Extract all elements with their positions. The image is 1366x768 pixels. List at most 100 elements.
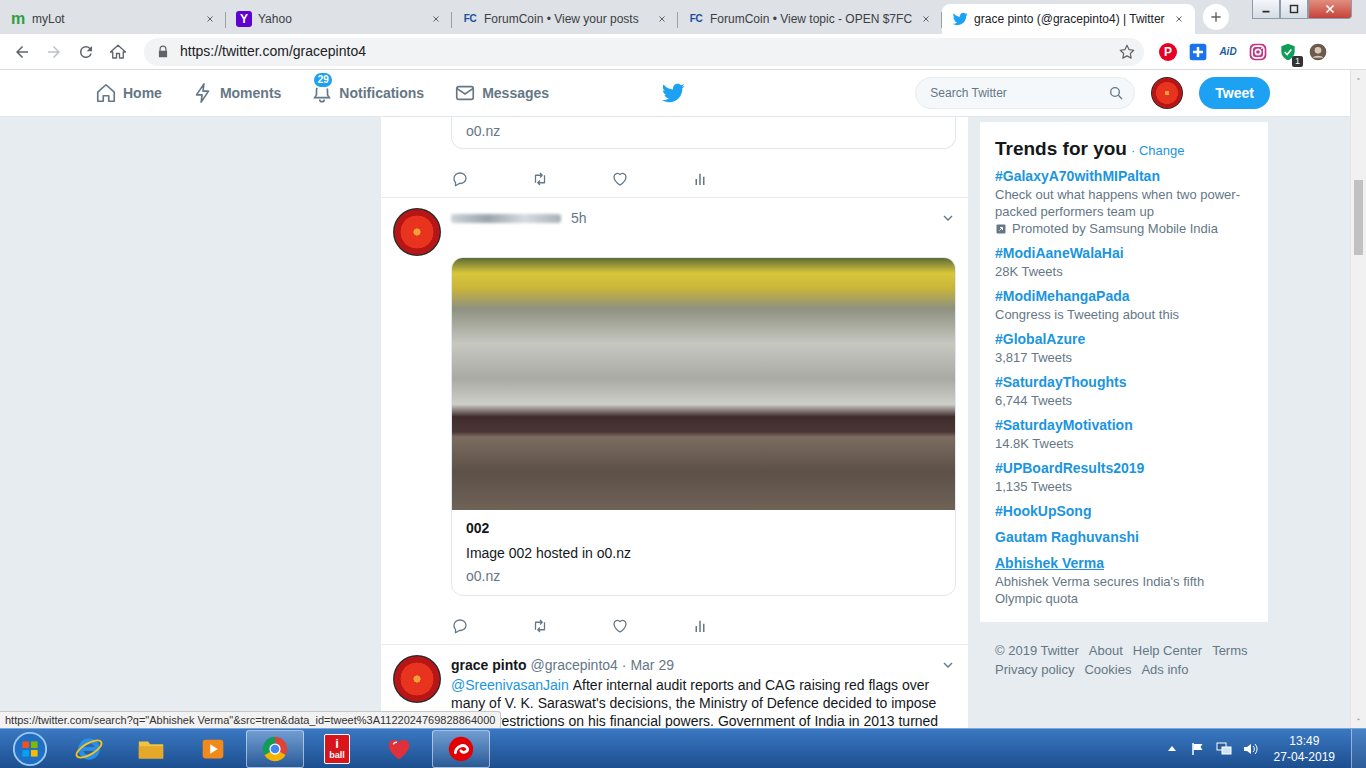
analytics-icon[interactable] xyxy=(691,170,709,188)
browser-tab[interactable]: FCForumCoin • View your posts xyxy=(452,4,678,34)
footer-link[interactable]: Ads info xyxy=(1141,661,1188,678)
pinterest-extension-icon[interactable]: P xyxy=(1158,42,1178,62)
change-link[interactable]: · Change xyxy=(1131,143,1184,158)
trend-item[interactable]: #ModiMehangaPadaCongress is Tweeting abo… xyxy=(995,283,1253,326)
author-avatar-icon[interactable] xyxy=(393,655,441,703)
trend-item[interactable]: Abhishek VermaAbhishek Verma secures Ind… xyxy=(995,550,1253,610)
trend-name[interactable]: #GlobalAzure xyxy=(995,329,1253,349)
mention-link[interactable]: @SreenivasanJain xyxy=(451,677,569,693)
retweet-icon[interactable] xyxy=(531,617,549,635)
reload-icon[interactable] xyxy=(72,38,100,66)
trend-name[interactable]: #HookUpSong xyxy=(995,501,1253,521)
network-icon[interactable] xyxy=(1216,741,1232,757)
back-arrow-icon[interactable] xyxy=(8,38,36,66)
show-desktop-button[interactable] xyxy=(1351,729,1366,768)
taskbar-app[interactable] xyxy=(432,730,490,768)
trend-item[interactable]: #SaturdayThoughts6,744 Tweets xyxy=(995,369,1253,412)
author-name[interactable]: grace pinto xyxy=(451,655,526,675)
shield-extension-icon[interactable]: 1 xyxy=(1278,42,1298,62)
media-card[interactable]: 002Image 002 hosted in o0.nzo0.nz xyxy=(451,257,956,596)
tweet[interactable]: 5h002Image 002 hosted in o0.nzo0.nz xyxy=(381,198,968,645)
taskbar-app[interactable]: iball xyxy=(308,730,366,768)
trend-item[interactable]: #HookUpSong xyxy=(995,498,1253,524)
taskbar-app[interactable] xyxy=(122,730,180,768)
taskbar-app[interactable] xyxy=(370,730,428,768)
trend-name[interactable]: Gautam Raghuvanshi xyxy=(995,527,1253,547)
trend-item[interactable]: #GalaxyA70withMIPaltanCheck out what hap… xyxy=(995,163,1253,240)
scroll-down-icon[interactable] xyxy=(1351,711,1366,728)
footer-link[interactable]: Terms xyxy=(1212,642,1247,659)
tweet-time[interactable]: · Mar 29 xyxy=(622,655,674,675)
search-input[interactable] xyxy=(928,83,1108,103)
address-bar[interactable]: https://twitter.com/gracepinto4 xyxy=(144,38,1144,66)
trend-name[interactable]: #SaturdayThoughts xyxy=(995,372,1253,392)
footer-link[interactable]: About xyxy=(1089,642,1123,659)
search-icon[interactable] xyxy=(1108,85,1124,101)
link-card[interactable]: o0.nz xyxy=(451,117,956,149)
close-icon[interactable] xyxy=(654,11,670,27)
footer-link[interactable]: Cookies xyxy=(1084,661,1131,678)
nav-item[interactable]: Messages xyxy=(454,70,549,116)
text-extension-icon[interactable]: AiD xyxy=(1218,42,1238,62)
forward-arrow-icon[interactable] xyxy=(40,38,68,66)
close-icon[interactable] xyxy=(428,11,444,27)
nav-item[interactable]: Moments xyxy=(192,70,281,116)
like-heart-icon[interactable] xyxy=(611,617,629,635)
lock-icon[interactable] xyxy=(156,45,170,59)
profile-avatar-icon[interactable] xyxy=(1151,77,1183,109)
trend-name[interactable]: #ModiAaneWalaHai xyxy=(995,243,1253,263)
bookmark-star-icon[interactable] xyxy=(1118,43,1136,61)
close-icon[interactable] xyxy=(202,11,218,27)
trend-name[interactable]: #SaturdayMotivation xyxy=(995,415,1253,435)
browser-tab[interactable]: FCForumCoin • View topic - OPEN $7FC xyxy=(678,4,942,34)
clock[interactable]: 13:4927-04-2019 xyxy=(1268,733,1341,765)
browser-tab[interactable]: mmyLot xyxy=(0,4,226,34)
chevron-down-icon[interactable] xyxy=(940,210,956,226)
volume-icon[interactable] xyxy=(1242,741,1258,757)
browser-tab[interactable]: grace pinto (@gracepinto4) | Twitter xyxy=(942,4,1195,34)
footer-link[interactable]: Help Center xyxy=(1133,642,1202,659)
messages-icon[interactable] xyxy=(454,82,476,104)
action-center-flag-icon[interactable] xyxy=(1190,741,1206,757)
scroll-up-icon[interactable] xyxy=(1351,70,1366,87)
url[interactable]: https://twitter.com/gracepinto4 xyxy=(180,41,1108,62)
profile-extension-icon[interactable] xyxy=(1308,42,1328,62)
trend-name[interactable]: #UPBoardResults2019 xyxy=(995,458,1253,478)
tweet-button[interactable]: Tweet xyxy=(1199,77,1270,109)
tweet[interactable]: o0.nz xyxy=(381,117,968,198)
taskbar-app[interactable] xyxy=(60,730,118,768)
new-tab-plus-icon[interactable] xyxy=(1203,4,1229,30)
windows-start-icon[interactable] xyxy=(0,729,60,768)
like-heart-icon[interactable] xyxy=(611,170,629,188)
home-icon[interactable] xyxy=(95,82,117,104)
author-avatar-icon[interactable] xyxy=(393,208,441,256)
footer-link[interactable]: Privacy policy xyxy=(995,661,1074,678)
nav-item[interactable]: Home xyxy=(95,70,162,116)
retweet-icon[interactable] xyxy=(531,170,549,188)
close-icon[interactable] xyxy=(918,11,934,27)
analytics-icon[interactable] xyxy=(691,617,709,635)
page-scrollbar[interactable] xyxy=(1350,70,1366,728)
trend-item[interactable]: #ModiAaneWalaHai28K Tweets xyxy=(995,240,1253,283)
browser-tab[interactable]: YYahoo xyxy=(226,4,452,34)
twitter-bird-icon[interactable] xyxy=(661,81,685,105)
moments-icon[interactable] xyxy=(192,82,214,104)
reply-icon[interactable] xyxy=(451,617,469,635)
taskbar-app[interactable] xyxy=(184,730,242,768)
maximize-icon[interactable] xyxy=(1280,0,1308,19)
show-hidden-icons-icon[interactable] xyxy=(1164,741,1180,757)
minimize-icon[interactable] xyxy=(1252,0,1280,19)
instagram-extension-icon[interactable] xyxy=(1248,42,1268,62)
trend-item[interactable]: #SaturdayMotivation14.8K Tweets xyxy=(995,412,1253,455)
search-box[interactable] xyxy=(915,77,1135,109)
trend-item[interactable]: #UPBoardResults20191,135 Tweets xyxy=(995,455,1253,498)
trend-name[interactable]: Abhishek Verma xyxy=(995,553,1253,573)
trend-item[interactable]: Gautam Raghuvanshi xyxy=(995,524,1253,550)
home-icon[interactable] xyxy=(104,38,132,66)
add-extension-icon[interactable] xyxy=(1188,42,1208,62)
trend-name[interactable]: #ModiMehangaPada xyxy=(995,286,1253,306)
nav-item[interactable]: Notifications29 xyxy=(311,70,424,116)
scroll-thumb[interactable] xyxy=(1354,180,1363,255)
taskbar-app[interactable] xyxy=(246,730,304,768)
trend-item[interactable]: #GlobalAzure3,817 Tweets xyxy=(995,326,1253,369)
